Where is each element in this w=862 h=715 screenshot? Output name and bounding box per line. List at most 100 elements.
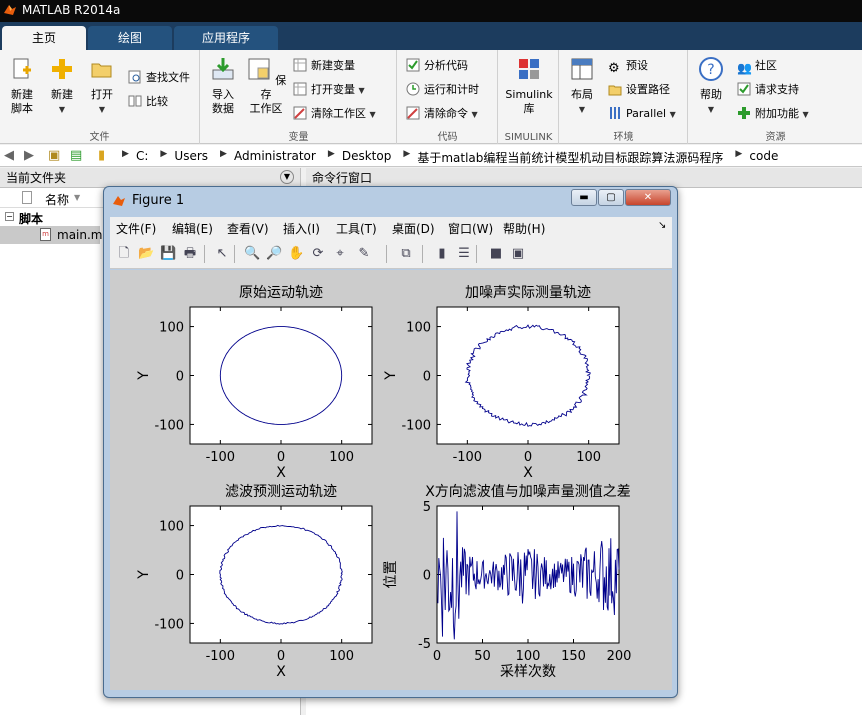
addons-button[interactable]: 附加功能 ▼ [737,104,809,124]
x-tick-label: 100 [576,450,601,465]
import-data-button[interactable]: 导入 数据 [205,56,241,116]
tab-home[interactable]: 主页 [2,26,86,50]
menu-window[interactable]: 窗口(W) [448,220,493,237]
breadcrumb-separator-icon[interactable]: ▶ [735,149,742,159]
addons-label: 附加功能 [755,107,799,120]
menu-file[interactable]: 文件(F) [116,220,156,237]
menu-view[interactable]: 查看(V) [227,220,269,237]
dock-arrow-icon[interactable]: ↘ [658,220,666,231]
up-folder-icon[interactable]: ▣ [48,148,60,163]
breadcrumb-item[interactable]: Users [174,149,208,163]
breadcrumb-separator-icon[interactable]: ▶ [220,149,227,159]
forward-arrow-icon[interactable]: ▶ [24,148,34,163]
set-path-label: 设置路径 [626,83,670,96]
pan-icon[interactable]: ✋ [288,246,304,262]
panel-menu-icon[interactable]: ▼ [280,170,294,184]
save-icon[interactable]: 💾 [160,246,176,262]
y-tick-label: 0 [423,370,431,385]
rotate-icon[interactable]: ⟳ [310,246,326,262]
zoom-in-icon[interactable]: 🔍 [244,246,260,262]
menu-desktop[interactable]: 桌面(D) [392,220,435,237]
axes-box [189,306,373,445]
layout-button[interactable]: 布局 ▼ [564,56,600,117]
new-button[interactable]: 新建 ▼ [44,56,80,117]
community-button[interactable]: 👥 社区 [737,56,777,76]
simulink-library-label: Simulink 库 [505,88,553,115]
maximize-button[interactable]: ▢ [598,189,624,206]
y-tick-label: 100 [406,321,431,336]
request-support-button[interactable]: 请求支持 [737,80,799,100]
browse-folder-icon[interactable]: ▤ [70,148,82,163]
minimize-button[interactable]: ▬ [571,189,597,206]
set-path-button[interactable]: 设置路径 [608,80,670,100]
run-and-time-button[interactable]: 运行和计时 [406,80,479,100]
parallel-label: Parallel [626,107,667,120]
open-button[interactable]: 打开 ▼ [84,56,120,117]
breadcrumb-separator-icon[interactable]: ▶ [160,149,167,159]
x-tick-label: 150 [561,649,586,664]
menu-tools[interactable]: 工具(T) [336,220,377,237]
y-tick-label: -5 [418,637,431,652]
breadcrumb-item[interactable]: 基于matlab编程当前统计模型机动目标跟踪算法源码程序 [417,149,723,166]
new-figure-icon[interactable]: 🗋 [116,246,132,262]
link-icon[interactable]: ⧉ [398,246,414,262]
collapse-icon[interactable]: − [5,212,14,221]
breadcrumb-item[interactable]: Desktop [342,149,392,163]
tab-apps[interactable]: 应用程序 [174,26,278,50]
zoom-out-icon[interactable]: 🔎 [266,246,282,262]
clear-commands-button[interactable]: 清除命令 ▼ [406,104,478,124]
breadcrumb-item[interactable]: Administrator [234,149,316,163]
new-variable-button[interactable]: 新建变量 [293,56,355,76]
breadcrumb-separator-icon[interactable]: ▶ [328,149,335,159]
save-workspace-icon [248,58,270,80]
close-button[interactable]: ✕ [625,189,671,206]
clear-workspace-icon [293,106,307,120]
find-files-button[interactable]: 查找文件 [128,68,190,88]
preferences-button[interactable]: ⚙ 预设 [608,56,648,76]
analyze-code-icon [406,58,420,72]
figure-toolbar: 🗋 📂 💾 🖶 ↖ 🔍 🔎 ✋ ⟳ ⌖ ✎ ⧉ ▮ ☰ ■ ▣ [110,239,672,269]
data-cursor-icon[interactable]: ⌖ [332,246,348,262]
breadcrumb-item[interactable]: C: [136,149,148,163]
menu-insert[interactable]: 插入(I) [283,220,320,237]
open-file-icon[interactable]: 📂 [138,246,154,262]
preferences-label: 预设 [626,59,648,72]
x-tick-label: 50 [474,649,491,664]
x-axis-label: X [276,465,286,481]
compare-button[interactable]: 比较 [128,92,168,112]
variable-group: 导入 数据 保存 工作区 新建变量 打开变量 ▼ 清除工作区 ▼ 变量 [201,50,397,144]
file-row[interactable]: m main.m [0,226,103,244]
set-path-icon [608,85,622,96]
open-variable-caret-icon: ▼ [358,86,365,95]
breadcrumb-separator-icon[interactable]: ▶ [403,149,410,159]
legend-icon[interactable]: ☰ [456,246,472,262]
menu-help[interactable]: 帮助(H) [503,220,545,237]
new-variable-label: 新建变量 [311,59,355,72]
simulink-library-button[interactable]: Simulink 库 [503,56,555,116]
new-script-button[interactable]: 新建 脚本 [4,56,40,116]
breadcrumb-separator-icon[interactable]: ▶ [122,149,129,159]
back-arrow-icon[interactable]: ◀ [4,148,14,163]
hide-plot-tools-icon[interactable]: ■ [488,246,504,262]
brush-icon[interactable]: ✎ [356,246,372,262]
parallel-button[interactable]: Parallel ▼ [608,104,676,124]
clear-workspace-button[interactable]: 清除工作区 ▼ [293,104,376,124]
menu-edit[interactable]: 编辑(E) [172,220,213,237]
addons-icon [738,107,750,119]
colorbar-icon[interactable]: ▮ [434,246,450,262]
analyze-code-button[interactable]: 分析代码 [406,56,468,76]
open-variable-button[interactable]: 打开变量 ▼ [293,80,365,100]
command-window-header: 命令行窗口 [306,168,862,188]
show-plot-tools-icon[interactable]: ▣ [510,246,526,262]
column-name-header[interactable]: 名称 [45,191,69,208]
code-group-label: 代码 [437,132,458,143]
tab-plots[interactable]: 绘图 [88,26,172,50]
save-workspace-button[interactable]: 保存 工作区 [245,56,287,116]
file-group-label: 文件 [89,132,110,143]
pointer-icon[interactable]: ↖ [214,246,230,262]
axes-title: X方向滤波值与加噪声量测值之差 [425,484,631,500]
help-button[interactable]: ? 帮助 ▼ [693,56,729,117]
print-icon[interactable]: 🖶 [182,246,198,262]
breadcrumb-item[interactable]: code [749,149,778,163]
file-column-icon [22,191,32,204]
